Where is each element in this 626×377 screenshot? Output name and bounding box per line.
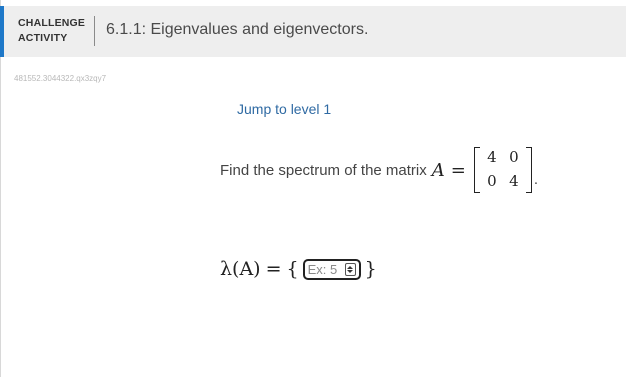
answer-row: λ(A) = { } [220,255,377,283]
activity-title: 6.1.1: Eigenvalues and eigenvectors. [106,21,369,38]
sentence-period: . [533,170,539,188]
close-brace: } [364,258,377,280]
matrix: 4 0 0 4 [473,146,532,194]
open-brace: { [286,258,299,280]
header-divider [94,16,95,46]
eigenvalue-input[interactable] [304,260,345,278]
question-prompt: Find the spectrum of the matrix A = 4 0 … [220,146,538,194]
matrix-cell: 4 [509,172,519,190]
challenge-activity-label: CHALLENGE ACTIVITY [18,16,85,46]
jump-to-level-link[interactable]: Jump to level 1 [237,101,331,117]
stepper-down-icon[interactable] [347,269,354,273]
activity-id: 481552.3044322.qx3zqy7 [14,74,107,83]
matrix-cell: 4 [487,148,497,166]
left-bracket [473,147,480,193]
label-line-2: ACTIVITY [18,32,68,44]
answer-equals: = [265,258,282,280]
right-bracket [525,147,532,193]
stepper-up-icon[interactable] [347,265,354,269]
eigenvalue-input-box[interactable] [302,258,361,280]
matrix-cell: 0 [487,172,497,190]
question-text: Find the spectrum of the matrix [220,161,427,179]
matrix-cell: 0 [509,148,519,166]
label-line-1: CHALLENGE [18,17,86,29]
stepper-icon[interactable] [344,262,356,276]
matrix-variable: A [431,159,445,181]
spectrum-lhs: λ(A) [220,258,261,280]
equals-sign: = [450,159,466,181]
header-accent-bar [0,6,4,57]
